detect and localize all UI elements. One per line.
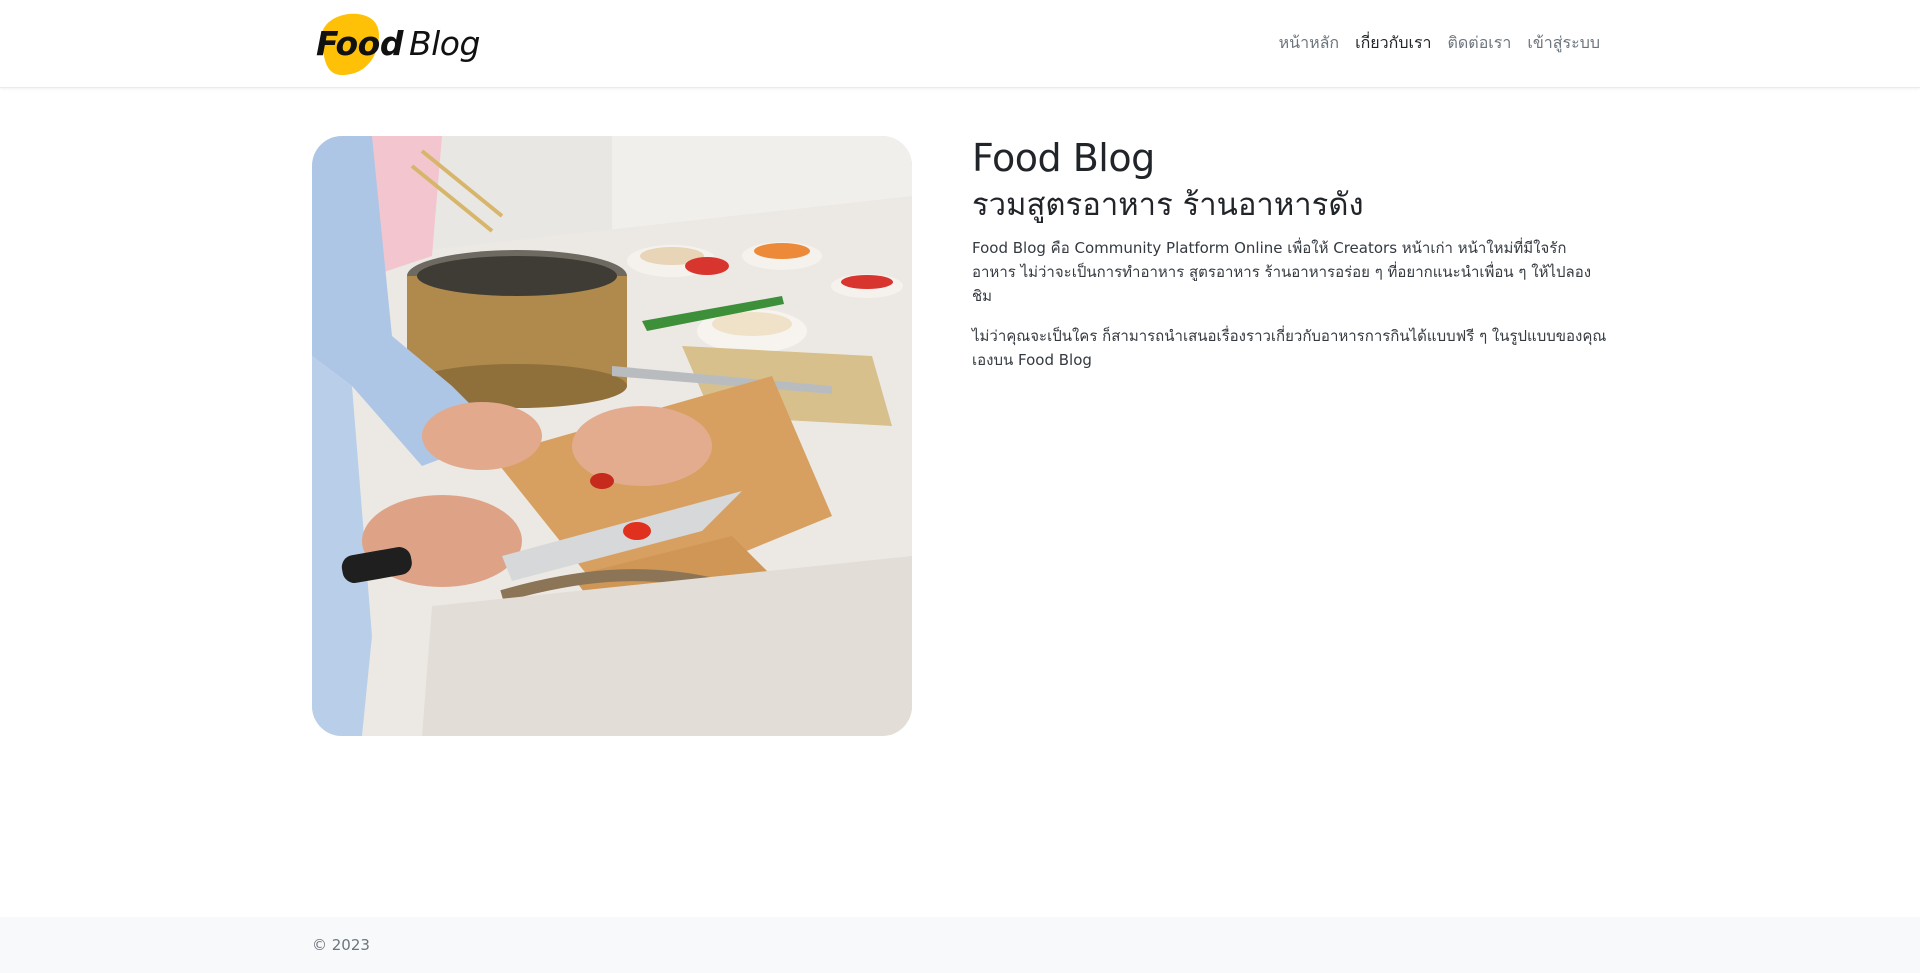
about-content: Food Blog รวมสูตรอาหาร ร้านอาหารดัง Food… [972,134,1608,372]
page-subtitle: รวมสูตรอาหาร ร้านอาหารดัง [972,187,1364,223]
nav-link-about[interactable]: เกี่ยวกับเรา [1355,28,1431,58]
nav-link-home[interactable]: หน้าหลัก [1279,28,1340,58]
logo-blog-text: Blog [408,24,480,63]
main-nav: หน้าหลัก เกี่ยวกับเรา ติดต่อเรา เข้าสู่ร… [1279,28,1600,58]
intro-paragraph: Food Blog คือ Community Platform Online … [972,239,1592,305]
copyright-text: © 2023 [312,936,370,954]
description-paragraph: ไม่ว่าคุณจะเป็นใคร ก็สามารถนำเสนอเรื่องร… [972,327,1607,369]
logo-link[interactable]: Food Blog [312,12,480,76]
page-title: Food Blog [972,136,1155,180]
nav-link-contact[interactable]: ติดต่อเรา [1448,28,1512,58]
hero-image [312,136,912,736]
cooking-photo-illustration [312,136,912,736]
navbar: Food Blog หน้าหลัก เกี่ยวกับเรา ติดต่อเรา… [0,0,1920,88]
logo-text: Food Blog [316,24,480,64]
footer: © 2023 [0,917,1920,973]
logo-food-text: Food [316,24,403,63]
nav-link-login[interactable]: เข้าสู่ระบบ [1527,28,1600,58]
